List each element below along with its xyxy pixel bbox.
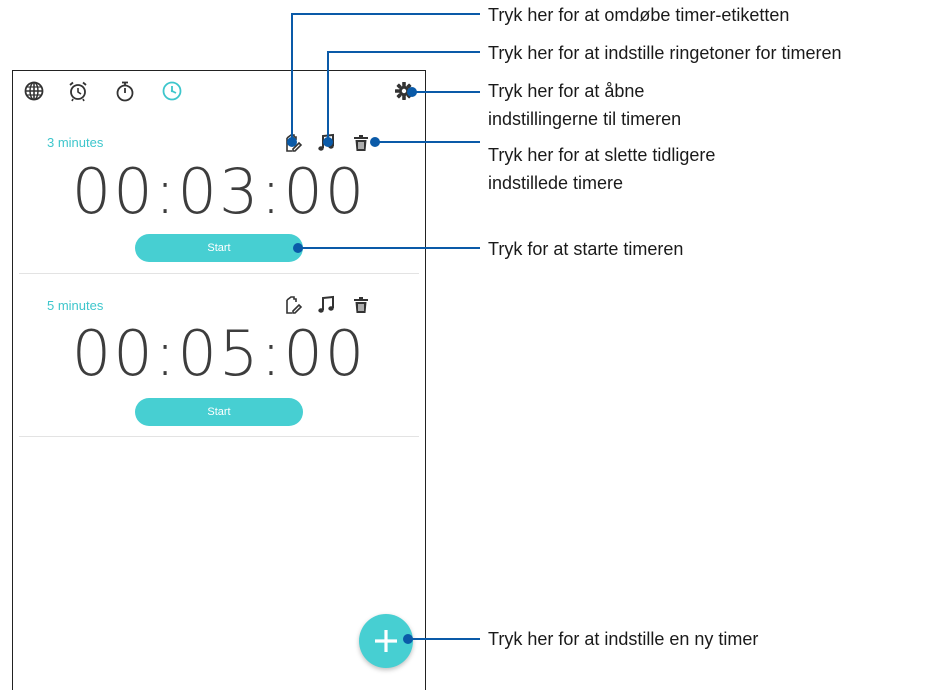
timer-tab-icon[interactable] (161, 80, 183, 102)
alarm-tab-icon[interactable] (67, 80, 89, 102)
timer-label[interactable]: 5 minutes (47, 298, 103, 313)
add-timer-button[interactable] (359, 614, 413, 668)
callout-new-timer: Tryk her for at indstille en ny timer (488, 629, 759, 649)
timer-app-screen: 3 minutes 00:03:00 Start 5 minutes 00:05… (12, 70, 426, 690)
rename-label-icon[interactable] (283, 133, 303, 153)
divider (19, 273, 419, 274)
rename-label-icon[interactable] (283, 295, 303, 315)
plus-icon (375, 630, 397, 652)
trash-icon[interactable] (351, 133, 371, 153)
callout-settings-line2: indstillingerne til timeren (488, 109, 682, 129)
start-button[interactable]: Start (135, 398, 303, 426)
stopwatch-tab-icon[interactable] (114, 80, 136, 102)
divider (19, 436, 419, 437)
ringtone-music-icon[interactable] (316, 133, 336, 153)
timer-time-display[interactable]: 00:03:00 (13, 155, 425, 228)
trash-icon[interactable] (351, 295, 371, 315)
gear-icon[interactable] (393, 80, 415, 102)
world-clock-tab-icon[interactable] (23, 80, 45, 102)
callout-ringtone: Tryk her for at indstille ringetoner for… (488, 43, 842, 63)
timer-time-display[interactable]: 00:05:00 (13, 317, 425, 390)
callout-delete-line1: Tryk her for at slette tidligere (488, 145, 716, 165)
ringtone-music-icon[interactable] (316, 295, 336, 315)
start-button[interactable]: Start (135, 234, 303, 262)
callout-settings-line1: Tryk her for at åbne (488, 81, 645, 101)
timer-label[interactable]: 3 minutes (47, 135, 103, 150)
callout-rename-label: Tryk her for at omdøbe timer-etiketten (488, 5, 790, 25)
callout-delete-line2: indstillede timere (488, 173, 624, 193)
callout-start: Tryk for at starte timeren (488, 239, 684, 259)
